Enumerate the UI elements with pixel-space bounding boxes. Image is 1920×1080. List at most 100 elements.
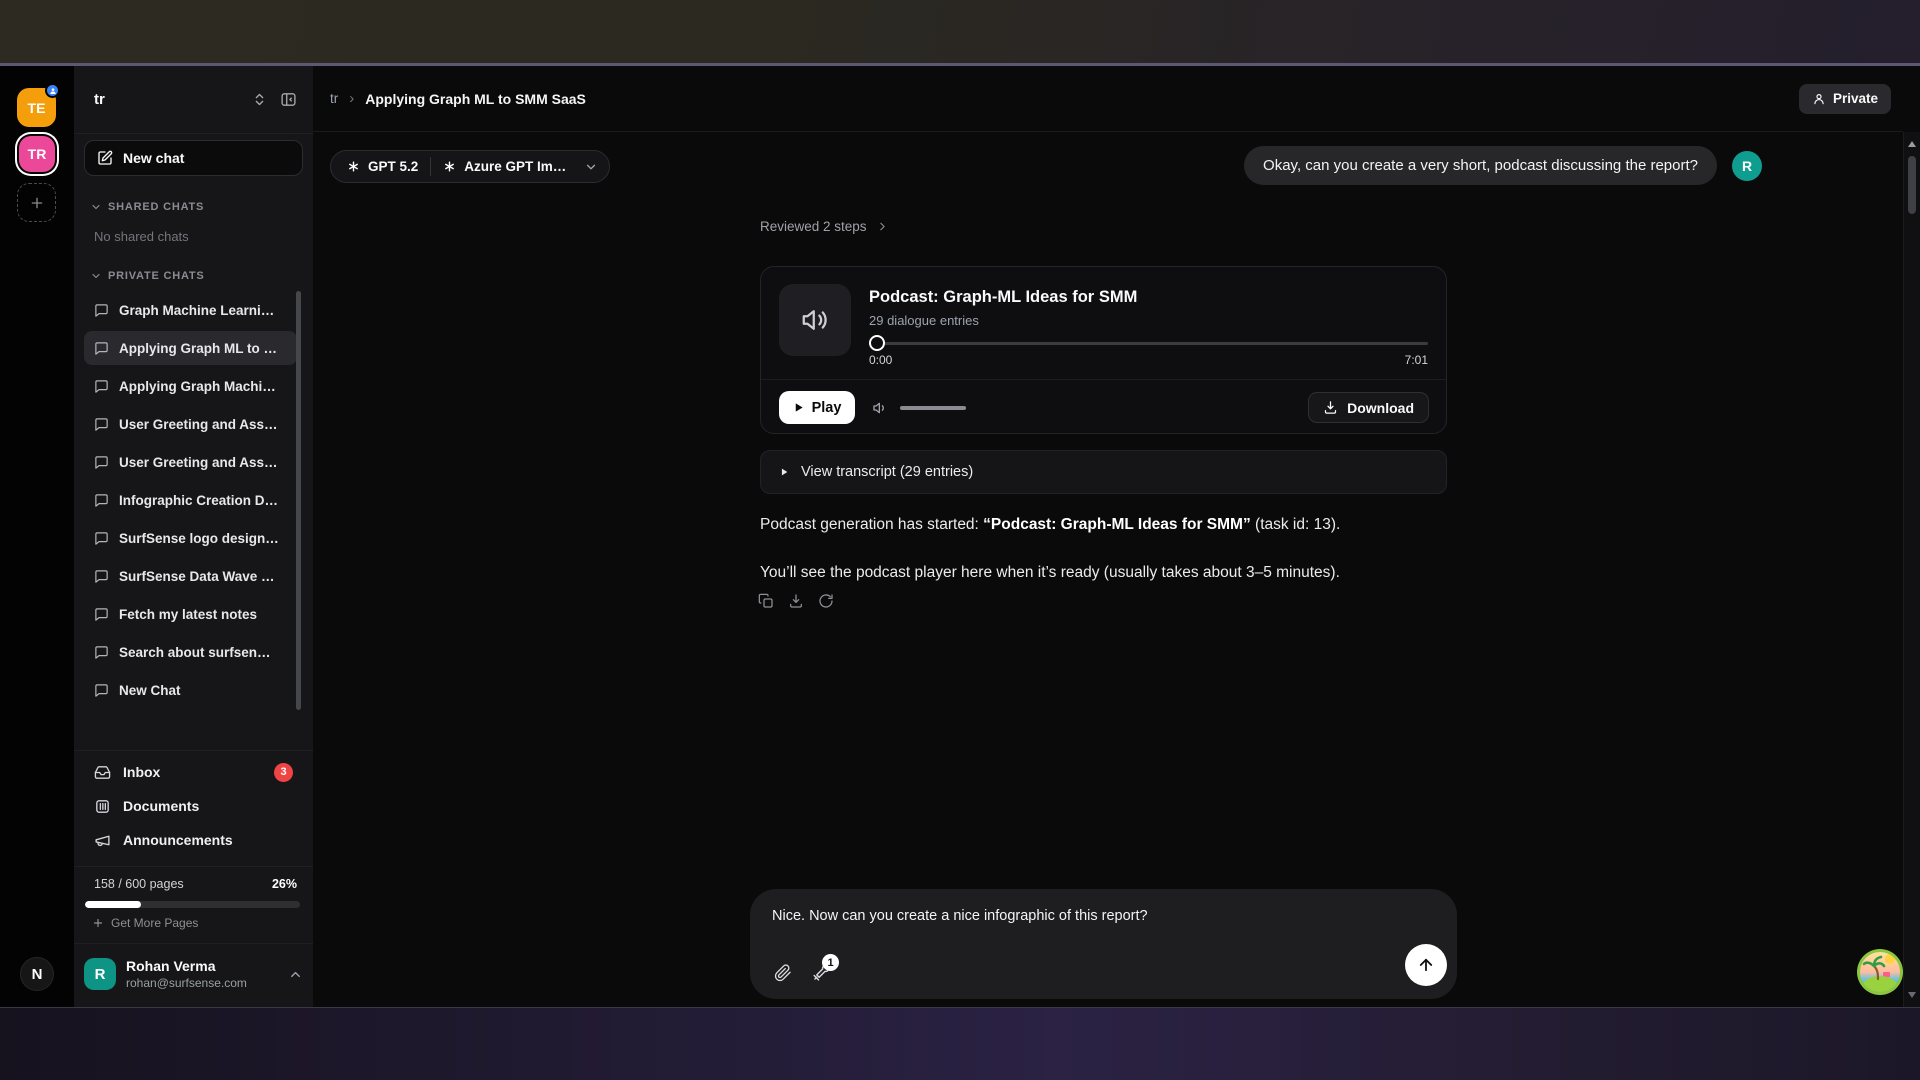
sidebar-scrollbar-thumb[interactable]: [296, 291, 301, 710]
message-square-icon: [94, 645, 109, 660]
workspace-avatar-te[interactable]: TE: [17, 88, 56, 127]
sidebar-chat-item[interactable]: Fetch my latest notes: [84, 597, 297, 631]
app-window: TE TR N tr: [0, 66, 1920, 1008]
user-account-menu[interactable]: R Rohan Verma rohan@surfsense.com: [84, 952, 303, 996]
download-icon[interactable]: [788, 593, 804, 609]
shared-chats-section-header[interactable]: SHARED CHATS: [90, 201, 204, 213]
chat-title: User Greeting and Ass…: [119, 417, 278, 432]
user-message-bubble: Okay, can you create a very short, podca…: [1244, 146, 1717, 185]
download-icon: [1323, 400, 1338, 415]
sidebar-item-documents[interactable]: Documents: [84, 789, 303, 823]
shared-chats-empty-text: No shared chats: [94, 229, 189, 244]
chevron-down-icon[interactable]: [584, 160, 598, 174]
sidebar-chat-item[interactable]: User Greeting and Ass…: [84, 407, 297, 441]
nextjs-logo[interactable]: N: [20, 957, 54, 991]
tools-button[interactable]: 1: [811, 964, 830, 983]
sidebar-item-announcements[interactable]: Announcements: [84, 823, 303, 857]
scrollbar-down-arrow[interactable]: [1908, 992, 1916, 998]
sidebar-item-inbox[interactable]: Inbox 3: [84, 755, 303, 789]
volume-slider[interactable]: [900, 406, 966, 410]
privacy-toggle-button[interactable]: Private: [1799, 84, 1891, 114]
user-name: Rohan Verma: [126, 958, 247, 974]
inbox-count-badge: 3: [274, 763, 293, 782]
sidebar-chat-item[interactable]: Infographic Creation D…: [84, 483, 297, 517]
screen: TE TR N tr: [0, 0, 1920, 1080]
podcast-entries-count: 29 dialogue entries: [869, 313, 979, 328]
download-button[interactable]: Download: [1308, 392, 1429, 423]
message-square-icon: [94, 417, 109, 432]
sidebar-chat-item[interactable]: SurfSense Data Wave …: [84, 559, 297, 593]
collapse-sidebar-icon[interactable]: [280, 91, 297, 108]
user-message-row: Okay, can you create a very short, podca…: [1244, 146, 1762, 185]
chat-title: Infographic Creation D…: [119, 493, 278, 508]
podcast-status-text: Podcast generation has started: “Podcast…: [760, 516, 1340, 534]
podcast-seek-slider[interactable]: [869, 335, 1428, 351]
seek-handle[interactable]: [869, 335, 885, 351]
page-title: Applying Graph ML to SMM SaaS: [365, 91, 586, 107]
podcast-time-total: 7:01: [1405, 353, 1428, 367]
new-chat-button[interactable]: New chat: [84, 140, 303, 176]
private-chats-section-header[interactable]: PRIVATE CHATS: [90, 270, 205, 282]
desktop-wallpaper-bottom: [0, 1008, 1920, 1080]
scrollbar-up-arrow[interactable]: [1908, 141, 1916, 147]
view-transcript-toggle[interactable]: View transcript (29 entries): [760, 450, 1447, 494]
triangle-right-icon: [779, 467, 789, 477]
chat-title: Applying Graph ML to …: [119, 341, 277, 356]
island-badge[interactable]: [1856, 948, 1904, 996]
plus-icon: [92, 917, 104, 929]
podcast-player-card: Podcast: Graph-ML Ideas for SMM 29 dialo…: [760, 266, 1447, 434]
sidebar-chat-item[interactable]: Graph Machine Learni…: [84, 293, 297, 327]
workspace-initials: TR: [28, 146, 47, 162]
sidebar-chat-item[interactable]: SurfSense logo design…: [84, 521, 297, 555]
message-square-icon: [94, 455, 109, 470]
chat-title: Graph Machine Learni…: [119, 303, 274, 318]
send-button[interactable]: [1405, 944, 1447, 986]
scrollbar[interactable]: [1903, 132, 1920, 1007]
workspace-name: tr: [94, 91, 239, 108]
add-workspace-button[interactable]: [17, 183, 56, 222]
model-selector: GPT 5.2 Azure GPT Im…: [330, 150, 610, 183]
podcast-title: Podcast: Graph-ML Ideas for SMM: [869, 288, 1137, 307]
regenerate-icon[interactable]: [818, 593, 834, 609]
breadcrumb-workspace[interactable]: tr: [330, 91, 338, 106]
model-chip-secondary[interactable]: Azure GPT Im…: [431, 151, 578, 182]
workspace-switcher-icon[interactable]: [252, 92, 267, 107]
chat-title: User Greeting and Ass…: [119, 455, 278, 470]
sidebar-chat-item[interactable]: User Greeting and Ass…: [84, 445, 297, 479]
main-content: tr › Applying Graph ML to SMM SaaS Priva…: [313, 66, 1920, 1007]
workspace-rail: TE TR N: [0, 66, 74, 1007]
shared-workspace-badge-icon: [45, 83, 60, 98]
sidebar-chat-item[interactable]: New Chat: [84, 673, 297, 707]
reviewed-steps-toggle[interactable]: Reviewed 2 steps: [760, 219, 889, 234]
sidebar-chat-item[interactable]: Applying Graph Machi…: [84, 369, 297, 403]
message-actions: [758, 593, 834, 609]
scrollbar-thumb[interactable]: [1908, 156, 1916, 214]
message-square-icon: [94, 531, 109, 546]
breadcrumb: tr › Applying Graph ML to SMM SaaS: [330, 90, 586, 107]
volume-icon[interactable]: [872, 400, 888, 416]
model-chip-primary[interactable]: GPT 5.2: [335, 151, 430, 182]
play-icon: [793, 402, 804, 413]
message-square-icon: [94, 607, 109, 622]
chat-title: Fetch my latest notes: [119, 607, 257, 622]
chat-title: SurfSense Data Wave …: [119, 569, 275, 584]
pages-usage-label: 158 / 600 pages: [94, 877, 184, 891]
sidebar-chat-item[interactable]: Applying Graph ML to …: [84, 331, 297, 365]
copy-icon[interactable]: [758, 593, 774, 609]
chat-title: Applying Graph Machi…: [119, 379, 276, 394]
divider: [74, 866, 313, 867]
openai-icon: [443, 160, 456, 173]
sidebar-chat-item[interactable]: Search about surfsen…: [84, 635, 297, 669]
workspace-avatar-tr[interactable]: TR: [19, 136, 55, 172]
pages-progress-bar: [85, 901, 300, 908]
pages-usage-percent: 26%: [272, 877, 297, 891]
main-header: tr › Applying Graph ML to SMM SaaS Priva…: [313, 66, 1903, 132]
attachment-button[interactable]: [774, 964, 792, 982]
desktop-wallpaper-top: [0, 0, 1920, 63]
plus-icon: [29, 195, 45, 211]
composer-input[interactable]: Nice. Now can you create a nice infograp…: [772, 908, 1397, 924]
private-chats-list: Graph Machine Learni… Applying Graph ML t…: [84, 293, 297, 707]
get-more-pages-button[interactable]: Get More Pages: [92, 916, 198, 930]
play-button[interactable]: Play: [779, 391, 855, 424]
breadcrumb-separator: ›: [349, 90, 354, 107]
